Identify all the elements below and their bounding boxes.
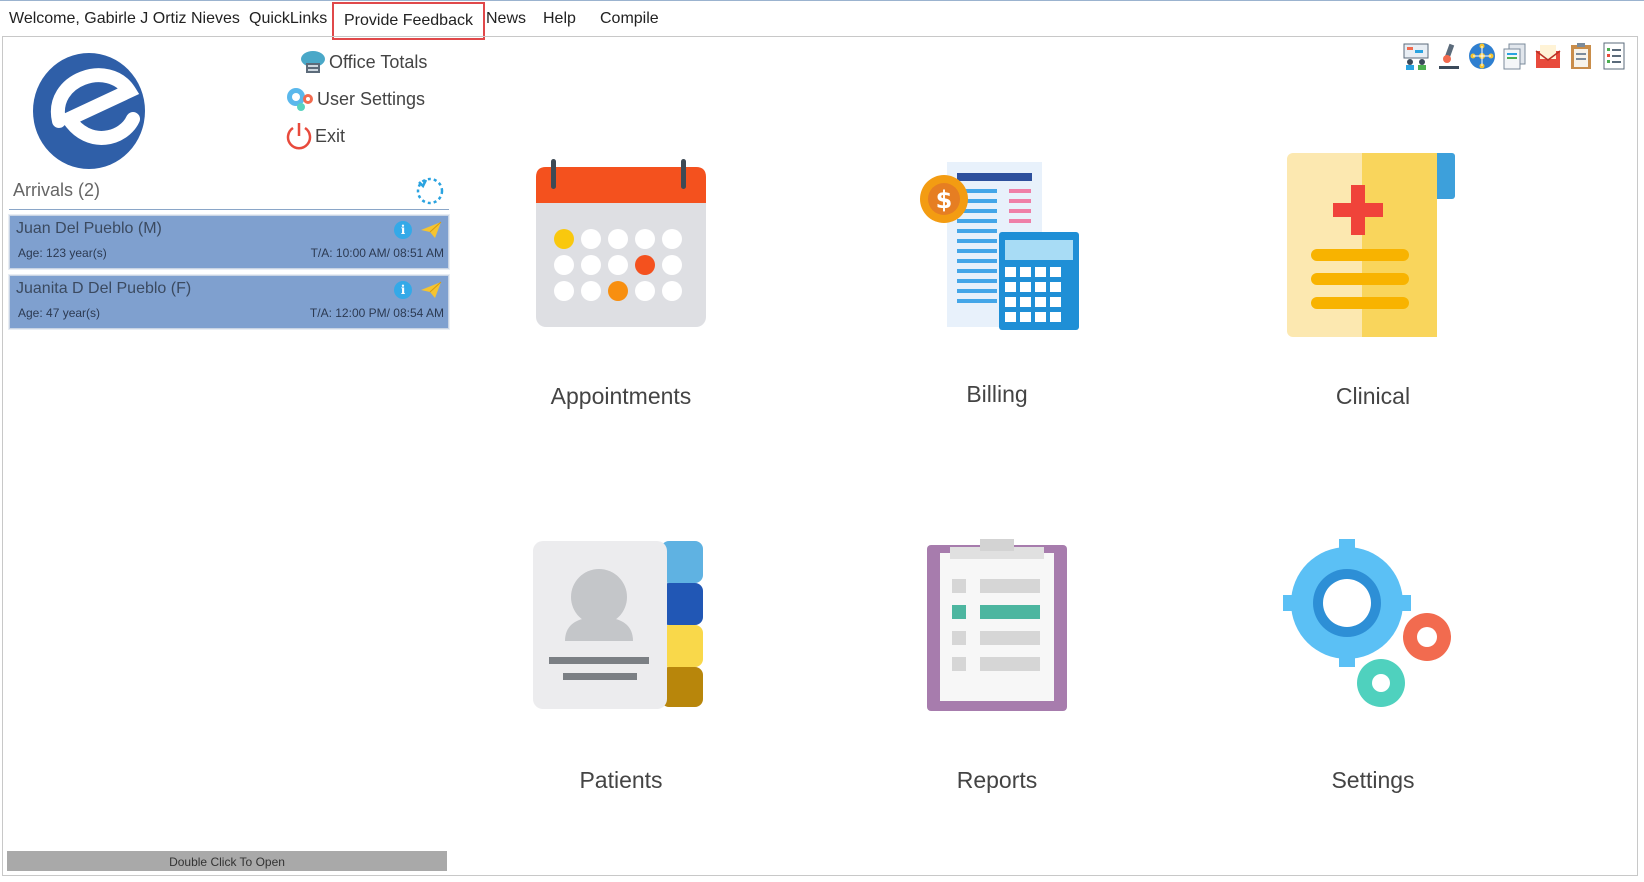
refresh-icon[interactable] [413, 174, 447, 208]
appointments-label: Appointments [550, 383, 692, 409]
billing-tile[interactable]: $ Billing [867, 157, 1127, 417]
gears-icon [287, 88, 313, 111]
module-tiles: Appointments $ Billing Clinical Patients… [451, 37, 1637, 875]
user-settings-link[interactable]: User Settings [285, 85, 425, 113]
menu-help[interactable]: Help [543, 9, 576, 29]
arrivals-divider [9, 209, 449, 210]
reports-tile[interactable]: Reports [867, 539, 1127, 801]
clinical-tile[interactable]: Clinical [1243, 151, 1503, 417]
documents-icon[interactable] [1500, 41, 1530, 71]
appointments-tile[interactable]: Appointments [491, 157, 751, 417]
welcome-label: Welcome, Gabirle J Ortiz Nieves [9, 10, 240, 27]
send-icon[interactable] [420, 221, 442, 239]
exit-label: Exit [315, 125, 346, 146]
svg-text:$: $ [936, 186, 953, 214]
clipboard-icon[interactable] [1566, 41, 1596, 71]
clinical-label: Clinical [1335, 383, 1411, 409]
patient-age: Age: 123 year(s) [18, 246, 107, 260]
patients-label: Patients [579, 767, 663, 793]
arrival-card[interactable]: Juan Del Pueblo (M) i Age: 123 year(s) T… [9, 215, 449, 269]
arrivals-title: Arrivals (2) [13, 180, 101, 200]
double-click-hint: Double Click To Open [7, 851, 447, 871]
app-logo [33, 53, 145, 169]
menu-provide-feedback[interactable]: Provide Feedback [332, 2, 485, 40]
menu-compile[interactable]: Compile [600, 9, 659, 29]
office-totals-link[interactable]: Office Totals [299, 49, 427, 75]
menu-news[interactable]: News [486, 9, 526, 29]
toolbar-icons [1401, 41, 1629, 71]
office-totals-label: Office Totals [329, 51, 428, 72]
cloud-totals-icon [301, 51, 325, 73]
patients-tile[interactable]: Patients [491, 539, 751, 801]
patient-time-arrival: T/A: 12:00 PM/ 08:54 AM [309, 306, 444, 320]
left-panel: Office Totals User Settings Exit Arrival… [3, 37, 451, 875]
contact-book-icon [533, 541, 703, 709]
settings-label: Settings [1331, 767, 1415, 793]
medical-record-icon [1287, 153, 1455, 337]
menu-quicklinks[interactable]: QuickLinks [249, 9, 327, 29]
settings-gears-icon [1283, 539, 1451, 707]
reports-label: Reports [956, 767, 1038, 793]
network-icon[interactable] [1467, 41, 1497, 71]
send-icon[interactable] [420, 281, 442, 299]
settings-tile[interactable]: Settings [1243, 539, 1503, 801]
info-icon[interactable]: i [394, 221, 412, 239]
info-icon[interactable]: i [394, 281, 412, 299]
main-frame: Office Totals User Settings Exit Arrival… [2, 36, 1638, 876]
patient-name: Juan Del Pueblo (M) [16, 220, 162, 237]
microscope-icon[interactable] [1434, 41, 1464, 71]
mail-icon[interactable] [1533, 41, 1563, 71]
patient-name: Juanita D Del Pueblo (F) [16, 280, 192, 297]
report-clipboard-icon [927, 539, 1067, 711]
meeting-icon[interactable] [1401, 41, 1431, 71]
power-icon [286, 123, 312, 150]
checklist-icon[interactable] [1599, 41, 1629, 71]
patient-time-arrival: T/A: 10:00 AM/ 08:51 AM [310, 246, 444, 260]
calendar-icon [536, 159, 706, 327]
patient-age: Age: 47 year(s) [18, 306, 101, 320]
menu-bar: Welcome, Gabirle J Ortiz Nieves QuickLin… [0, 0, 1644, 40]
arrival-card[interactable]: Juanita D Del Pueblo (F) i Age: 47 year(… [9, 275, 449, 329]
exit-link[interactable]: Exit [285, 121, 345, 151]
billing-calculator-icon: $ [920, 162, 1079, 330]
user-settings-label: User Settings [317, 88, 426, 109]
billing-label: Billing [966, 381, 1028, 407]
